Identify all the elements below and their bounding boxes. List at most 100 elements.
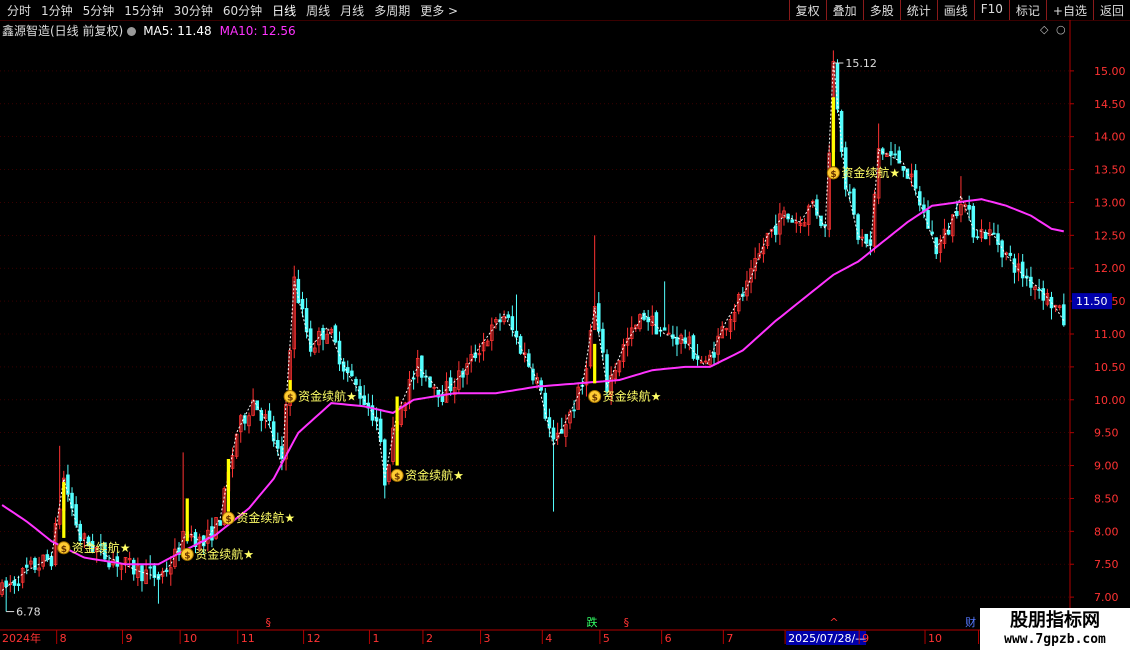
candle-body [321, 327, 325, 340]
signal-bar [831, 97, 835, 167]
y-tick-label: 8.50 [1094, 492, 1119, 505]
candle-body [259, 410, 264, 421]
candle-body [164, 569, 169, 573]
money-bag-glyph: $ [61, 545, 67, 555]
candle-body [271, 421, 276, 442]
candle-body [276, 440, 280, 449]
candle-body [893, 153, 897, 156]
signal-bar [185, 498, 189, 542]
candle-body [975, 236, 980, 239]
x-tick-label: 8 [60, 632, 67, 645]
candle-body [49, 556, 54, 567]
candle-body [308, 328, 313, 352]
signal-bar [593, 343, 597, 384]
candle-body [918, 191, 922, 206]
candle-body [597, 303, 601, 332]
candle-body [4, 580, 8, 588]
candle-body [1029, 276, 1033, 288]
signal-label: 资金续航★ [603, 388, 662, 403]
y-tick-label: 10.50 [1094, 361, 1126, 374]
signal-label: 资金续航★ [405, 467, 464, 482]
candle-body [148, 566, 152, 569]
candle-body [378, 418, 383, 442]
candle-body [543, 392, 548, 419]
candle-body [654, 312, 659, 335]
money-bag-glyph: $ [184, 551, 190, 561]
money-bag-glyph: $ [394, 472, 400, 482]
x-tick-label: 1 [372, 632, 379, 645]
candle-body [33, 558, 37, 570]
candle-body [337, 340, 342, 365]
candle-body [354, 378, 358, 385]
signal-label: 资金续航★ [236, 510, 295, 525]
candle-body [699, 361, 704, 364]
x-tick-label: 3 [484, 632, 491, 645]
candle-body [786, 213, 790, 220]
candle-body [218, 520, 222, 526]
candle-body [712, 352, 716, 358]
event-marker: 跌 [587, 615, 598, 629]
candle-body [107, 561, 111, 568]
candle-body [267, 410, 272, 421]
y-tick-label: 13.00 [1094, 196, 1126, 209]
event-marker: § [624, 616, 630, 629]
x-tick-label: 2024年 [2, 631, 41, 645]
signal-label: 资金续航★ [841, 165, 900, 180]
candle-body [889, 151, 893, 156]
signal-label: 资金续航★ [72, 540, 131, 555]
candle-body [16, 583, 21, 586]
y-tick-label: 15.00 [1094, 65, 1126, 78]
candle-body [790, 219, 794, 223]
candle-body [358, 386, 362, 399]
candlestick-chart[interactable]: 7.00 7.50 8.00 8.50 9.00 9.50 10.00 10.50 11.00 1… [0, 0, 1130, 650]
high-label: 15.12 [845, 57, 877, 70]
x-tick-label: 4 [545, 632, 552, 645]
x-tick-label: 12 [307, 632, 321, 645]
x-tick-label: 2 [426, 632, 433, 645]
candle-body [662, 327, 667, 331]
diamond-icon: ◇ [1040, 23, 1049, 36]
y-tick-label: 9.50 [1094, 427, 1119, 440]
x-tick-label: 2025/07/28/— [788, 632, 866, 645]
money-bag-glyph: $ [225, 515, 231, 525]
candle-body [926, 210, 930, 229]
candle-body [140, 565, 144, 582]
candles [0, 50, 1066, 612]
candle-body [296, 278, 301, 304]
candle-body [1037, 288, 1041, 291]
candle-body [1062, 304, 1066, 326]
candle-body [601, 328, 605, 353]
watermark-logo: 股朋指标网 www.7gpzb.com [980, 608, 1130, 650]
signal-bar [62, 482, 66, 538]
x-tick-label: 10 [928, 632, 942, 645]
candle-body [547, 417, 552, 429]
candle-body [131, 559, 136, 575]
y-tick-label: 10.00 [1094, 394, 1126, 407]
candle-body [572, 409, 576, 412]
x-tick-label: 5 [603, 632, 610, 645]
candle-body [983, 231, 988, 240]
candle-body [333, 325, 338, 343]
candle-body [913, 170, 918, 189]
candle-body [506, 314, 511, 318]
candle-body [691, 335, 696, 359]
candle-body [967, 204, 971, 210]
swing-line [1, 62, 1065, 591]
x-tick-label: 11 [241, 632, 255, 645]
candle-body [864, 233, 869, 244]
event-marker: § [266, 616, 272, 629]
candle-body [848, 191, 852, 194]
signal-bar [226, 458, 231, 512]
candle-body [955, 211, 959, 217]
y-tick-label: 13.50 [1094, 164, 1126, 177]
signal-label: 资金续航★ [195, 546, 254, 561]
y-tick-label: 7.50 [1094, 558, 1119, 571]
y-tick-label: 9.00 [1094, 460, 1119, 473]
y-tick-label: 14.00 [1094, 131, 1126, 144]
candle-body [852, 188, 856, 215]
candle-body [350, 370, 354, 377]
candle-body [1008, 252, 1013, 256]
signal-bar [395, 396, 399, 466]
candle-body [24, 564, 29, 568]
y-tick-label: 7.00 [1094, 591, 1119, 604]
